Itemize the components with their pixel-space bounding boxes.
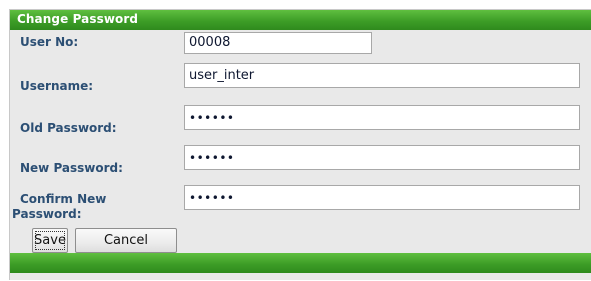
new-password-label: New Password:: [20, 161, 123, 175]
old-password-input[interactable]: [184, 105, 580, 130]
old-password-label: Old Password:: [20, 121, 117, 135]
cancel-button[interactable]: Cancel: [75, 228, 177, 253]
confirm-password-label-line1: Confirm New: [20, 192, 107, 206]
panel-title: Change Password: [17, 12, 139, 26]
user-no-field: 00008: [184, 32, 372, 54]
confirm-password-input[interactable]: [184, 185, 580, 210]
panel-footer: [10, 253, 591, 273]
username-label: Username:: [20, 79, 94, 93]
user-no-label: User No:: [20, 35, 79, 49]
save-button[interactable]: Save: [32, 228, 68, 253]
new-password-input[interactable]: [184, 145, 580, 170]
username-input[interactable]: [184, 63, 580, 88]
confirm-password-label-line2: Password:: [12, 207, 82, 221]
panel-header: Change Password: [10, 10, 591, 30]
change-password-panel: Change Password User No: 00008 Username:…: [9, 9, 591, 280]
